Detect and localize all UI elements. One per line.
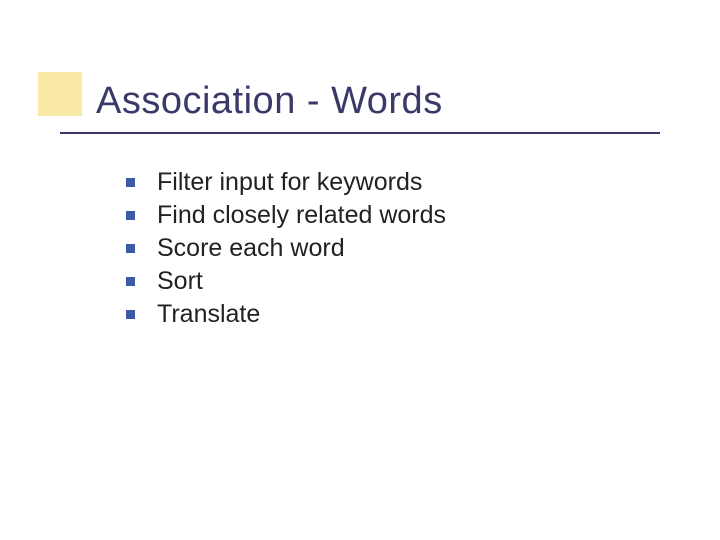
title-underline (60, 132, 660, 134)
list-item: Translate (126, 300, 446, 329)
bullet-list: Filter input for keywords Find closely r… (126, 168, 446, 333)
accent-block (38, 72, 82, 116)
square-bullet-icon (126, 310, 135, 319)
bullet-text: Translate (157, 300, 260, 329)
bullet-text: Sort (157, 267, 203, 296)
square-bullet-icon (126, 211, 135, 220)
square-bullet-icon (126, 178, 135, 187)
bullet-text: Find closely related words (157, 201, 446, 230)
list-item: Find closely related words (126, 201, 446, 230)
list-item: Filter input for keywords (126, 168, 446, 197)
bullet-text: Filter input for keywords (157, 168, 422, 197)
slide: Association - Words Filter input for key… (0, 0, 720, 540)
list-item: Sort (126, 267, 446, 296)
bullet-text: Score each word (157, 234, 345, 263)
list-item: Score each word (126, 234, 446, 263)
slide-title: Association - Words (96, 80, 443, 123)
square-bullet-icon (126, 244, 135, 253)
square-bullet-icon (126, 277, 135, 286)
